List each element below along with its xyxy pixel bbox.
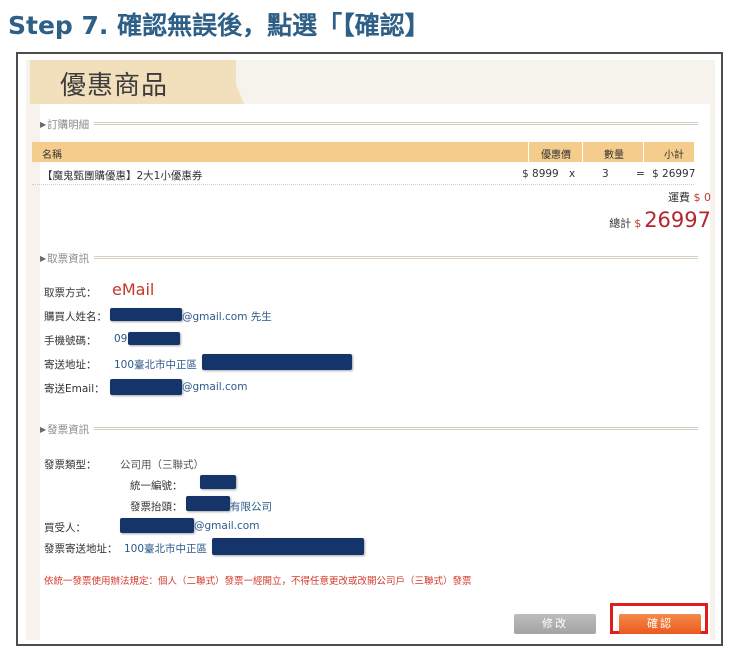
confirm-button[interactable]: 確認 [619, 614, 701, 634]
redacted-invoice-title [186, 496, 230, 511]
page-title: 優惠商品 [60, 71, 169, 101]
page-tab-corner [226, 60, 244, 104]
shipping-fee: 運費 $ 0 [668, 189, 711, 205]
invoice-section-rule [94, 427, 698, 430]
column-subtotal: 小計 [664, 150, 684, 161]
column-price: 優惠價 [541, 150, 571, 161]
ticket-method-value: eMail [112, 280, 155, 299]
order-section-heading: ▶ 訂購明細 [40, 117, 89, 132]
column-name: 名稱 [42, 150, 62, 161]
column-divider [582, 142, 583, 162]
invoice-notice: 依統一發票使用辦法規定：個人（二聯式）發票一經開立，不得任意更改或改開公司戶（三… [44, 576, 472, 587]
screenshot-frame: 優惠商品 ▶ 訂購明細 名稱 優惠價 數量 小計 【魔鬼甄團購優惠】2大1小優惠… [16, 52, 723, 646]
total-value: 26997 [644, 208, 711, 232]
item-quantity: 3 [602, 168, 609, 180]
redacted-buyer-email [110, 308, 182, 321]
redacted-ship-address [202, 354, 352, 370]
order-item-row: 【魔鬼甄團購優惠】2大1小優惠券 $ 8999 x 3 = $ 26997 [32, 164, 696, 184]
redacted-email [110, 379, 182, 395]
order-total: 總計 $ 26997 [609, 208, 711, 232]
modify-button[interactable]: 修改 [514, 614, 596, 634]
ticket-section-heading: ▶ 取票資訊 [40, 251, 89, 266]
item-equals-sign: = [636, 168, 645, 180]
invoice-address-label: 發票寄送地址： [44, 543, 118, 555]
recipient-email-suffix: @gmail.com [194, 520, 260, 532]
phone-label: 手機號碼： [44, 335, 97, 347]
invoice-type-value: 公司用（三聯式） [120, 459, 204, 471]
total-label: 總計 [609, 217, 632, 230]
shipping-value: $ 0 [693, 191, 712, 204]
invoice-section-heading: ▶ 發票資訊 [40, 422, 89, 437]
ship-address-prefix: 100臺北市中正區 [114, 359, 198, 371]
recipient-label: 買受人： [44, 522, 86, 534]
buyer-email-suffix: @gmail.com 先生 [182, 311, 272, 323]
section-arrow-icon: ▶ [40, 254, 47, 263]
column-divider [528, 142, 529, 162]
invoice-title-label: 發票抬頭： [130, 501, 183, 513]
phone-prefix: 09 [114, 333, 128, 345]
invoice-section-title: 發票資訊 [47, 424, 90, 436]
section-arrow-icon: ▶ [40, 120, 47, 129]
order-row-divider [32, 184, 694, 185]
redacted-phone [128, 332, 180, 345]
buyer-name-label: 購買人姓名： [44, 311, 107, 323]
order-table-header: 名稱 優惠價 數量 小計 [32, 142, 694, 162]
item-subtotal: $ 26997 [652, 168, 696, 180]
column-divider [643, 142, 644, 162]
order-section-rule [94, 122, 698, 125]
item-name: 【魔鬼甄團購優惠】2大1小優惠券 [42, 170, 203, 182]
redacted-tax-id [200, 475, 236, 489]
step-heading: Step 7. 確認無誤後，點選「【確認】 [8, 11, 430, 40]
column-quantity: 數量 [604, 150, 624, 161]
ticket-method-label: 取票方式： [44, 287, 97, 299]
invoice-title-suffix: 有限公司 [230, 501, 272, 513]
redacted-recipient-email [120, 518, 194, 533]
invoice-type-label: 發票類型： [44, 459, 97, 471]
item-price: $ 8999 [522, 168, 559, 180]
email-suffix: @gmail.com [182, 381, 248, 393]
ticket-section-rule [94, 256, 698, 259]
tax-id-label: 統一編號： [130, 480, 183, 492]
order-section-title: 訂購明細 [47, 119, 90, 131]
total-currency: $ [634, 217, 642, 230]
ticket-section-title: 取票資訊 [47, 253, 90, 265]
redacted-invoice-address [212, 538, 364, 555]
shipping-label: 運費 [668, 191, 690, 204]
email-label: 寄送Email： [44, 383, 105, 395]
ship-address-label: 寄送地址： [44, 359, 97, 371]
section-arrow-icon: ▶ [40, 425, 47, 434]
invoice-address-prefix: 100臺北市中正區 [124, 543, 208, 555]
item-times-sign: x [569, 168, 576, 180]
